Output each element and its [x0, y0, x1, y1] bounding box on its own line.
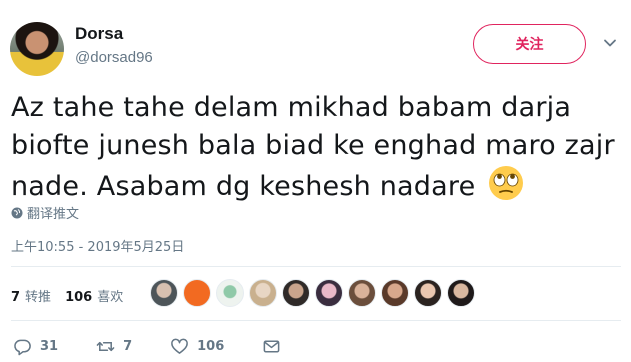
- reply-button[interactable]: 31: [13, 337, 58, 356]
- liker-avatar[interactable]: [381, 279, 409, 307]
- liker-avatar[interactable]: [447, 279, 475, 307]
- liker-avatar[interactable]: [183, 279, 211, 307]
- tweet-body: Az tahe tahe delam mikhad babam darja bi…: [11, 92, 615, 202]
- retweet-button[interactable]: 7: [96, 337, 132, 356]
- user-handle[interactable]: @dorsad96: [75, 49, 153, 66]
- liker-avatar[interactable]: [249, 279, 277, 307]
- liker-avatar[interactable]: [150, 279, 178, 307]
- likes-label: 喜欢: [97, 290, 124, 305]
- tweet-text: Az tahe tahe delam mikhad babam darja bi…: [11, 89, 621, 206]
- tweet-actions: 31 7 106: [13, 337, 319, 356]
- liker-avatar[interactable]: [282, 279, 310, 307]
- retweets-stat[interactable]: 7 转推: [11, 286, 51, 305]
- reply-icon: [14, 339, 31, 356]
- likes-stat[interactable]: 106 喜欢: [65, 286, 123, 305]
- heart-icon: [171, 338, 189, 354]
- likers-avatar-row: [150, 279, 475, 307]
- follow-button[interactable]: 关注: [473, 24, 586, 64]
- direct-message-button[interactable]: [262, 337, 281, 356]
- likes-count: 106: [65, 290, 93, 305]
- translate-label[interactable]: 翻译推文: [27, 203, 79, 222]
- retweet-icon: [96, 341, 115, 352]
- divider: [11, 266, 621, 267]
- globe-icon: [11, 207, 23, 218]
- retweets-count: 7: [11, 290, 21, 305]
- liker-avatar[interactable]: [348, 279, 376, 307]
- display-name[interactable]: Dorsa: [75, 24, 123, 44]
- face-with-rolling-eyes-icon: [489, 166, 524, 200]
- tweet-timestamp[interactable]: 上午10:55 - 2019年5月25日: [11, 236, 184, 255]
- like-button[interactable]: 106: [170, 337, 224, 356]
- liker-avatar[interactable]: [216, 279, 244, 307]
- retweets-label: 转推: [25, 290, 52, 305]
- envelope-icon: [263, 340, 280, 353]
- liker-avatar[interactable]: [414, 279, 442, 307]
- engagement-stats: 7 转推 106 喜欢: [11, 286, 137, 305]
- liker-avatar[interactable]: [315, 279, 343, 307]
- like-count: 106: [197, 339, 225, 354]
- chevron-down-icon[interactable]: [603, 36, 617, 50]
- reply-count: 31: [40, 339, 59, 354]
- divider: [11, 320, 621, 321]
- avatar[interactable]: [10, 22, 64, 76]
- translate-tweet-link[interactable]: 翻译推文: [11, 203, 79, 222]
- retweet-count: 7: [123, 339, 133, 354]
